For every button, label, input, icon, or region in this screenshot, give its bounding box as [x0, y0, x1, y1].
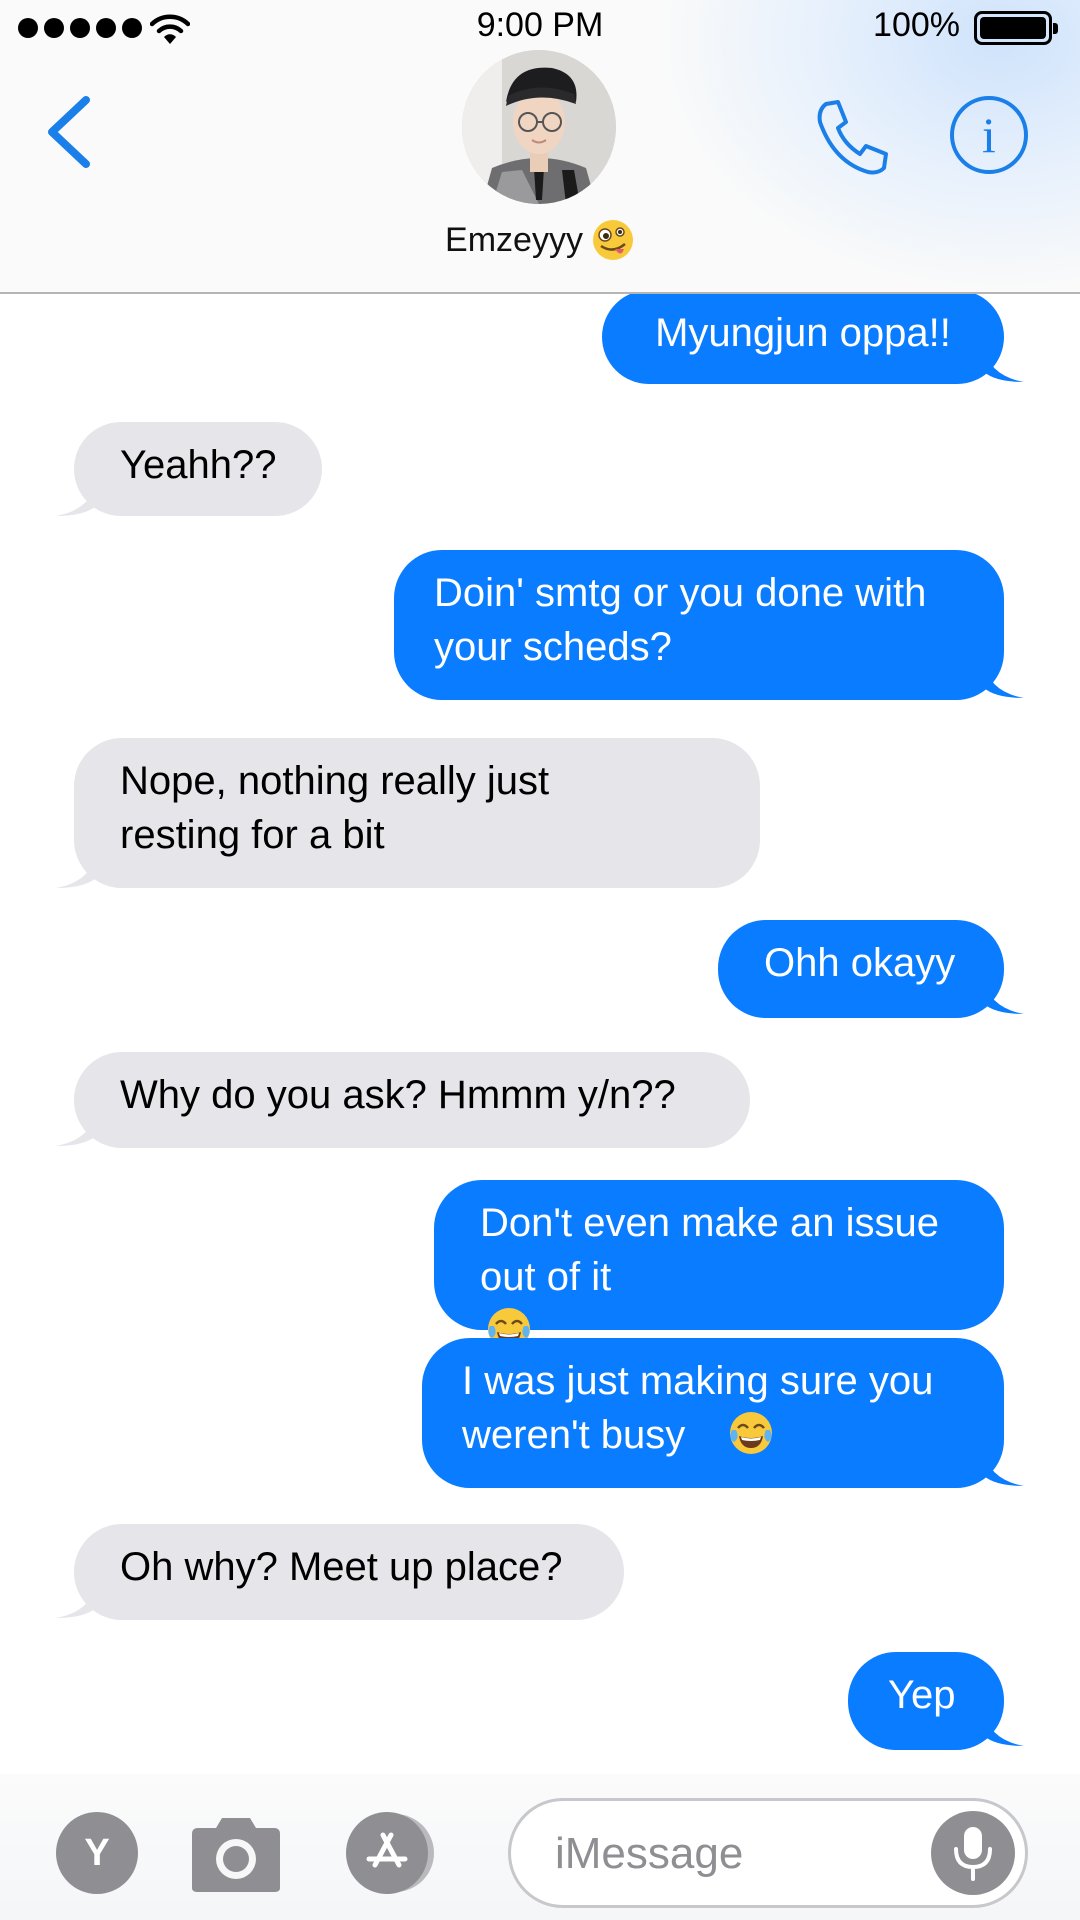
back-button[interactable] — [40, 92, 100, 172]
message-bubble-outgoing[interactable]: Myungjun oppa!! — [602, 294, 1004, 384]
contact-name-row[interactable]: Emzeyyy — [0, 218, 1080, 262]
camera-icon[interactable] — [188, 1814, 284, 1894]
info-icon: i — [982, 107, 996, 163]
message-text: Ohh okayy — [764, 941, 956, 985]
message-text: Don't even make an issue out of it — [480, 1201, 940, 1299]
message-bubble-incoming[interactable]: Why do you ask? Hmmm y/n?? — [74, 1052, 750, 1148]
tears-of-joy-emoji — [730, 1412, 772, 1454]
info-button[interactable]: i — [950, 96, 1028, 174]
message-text: Doin' smtg or you done with your scheds? — [434, 571, 927, 669]
bubble-tail — [56, 854, 96, 888]
bubble-tail — [984, 1712, 1024, 1746]
bubble-tail — [56, 482, 96, 516]
y-app-button[interactable]: Y — [56, 1812, 138, 1894]
message-bubble-incoming[interactable]: Yeahh?? — [74, 422, 322, 516]
battery-icon — [974, 11, 1058, 45]
message-text: Myungjun oppa!! — [655, 311, 951, 355]
compose-bar: Y — [0, 1774, 1080, 1920]
message-bubble-outgoing[interactable]: I was just making sure you weren't busy — [422, 1338, 1004, 1488]
message-bubble-incoming[interactable]: Nope, nothing really just resting for a … — [74, 738, 760, 888]
status-bar: 9:00 PM 100% — [0, 0, 1080, 54]
contact-avatar[interactable] — [462, 50, 616, 204]
bubble-tail — [984, 980, 1024, 1014]
dictation-button[interactable] — [931, 1811, 1015, 1895]
message-text: Yeahh?? — [120, 443, 277, 487]
y-button-label: Y — [84, 1831, 110, 1874]
message-bubble-outgoing[interactable]: Ohh okayy — [718, 920, 1004, 1018]
message-text: Oh why? Meet up place? — [120, 1545, 563, 1589]
imessage-input[interactable] — [555, 1821, 915, 1887]
message-text: I was just making sure you weren't busy — [462, 1359, 934, 1457]
microphone-icon — [954, 1827, 992, 1881]
message-bubble-outgoing[interactable]: Doin' smtg or you done with your scheds? — [394, 550, 1004, 700]
message-thread[interactable]: Myungjun oppa!! Yeahh?? Doin' smtg or yo… — [0, 294, 1080, 1774]
app-store-button[interactable] — [346, 1812, 428, 1894]
message-bubble-outgoing[interactable]: Don't even make an issue out of it — [434, 1180, 1004, 1350]
message-bubble-incoming[interactable]: Oh why? Meet up place? — [74, 1524, 624, 1620]
imessage-field[interactable] — [508, 1798, 1028, 1908]
battery-percentage: 100% — [873, 6, 960, 44]
bubble-tail — [984, 664, 1024, 698]
app-store-icon — [366, 1832, 408, 1868]
conversation-header: 9:00 PM 100% Emzeyyy i — [0, 0, 1080, 294]
bubble-tail — [984, 348, 1024, 382]
message-bubble-outgoing[interactable]: Yep — [848, 1652, 1004, 1750]
zany-face-emoji — [592, 220, 633, 260]
contact-name: Emzeyyy — [445, 220, 583, 259]
bubble-tail — [984, 1452, 1024, 1486]
call-button[interactable] — [812, 96, 898, 178]
message-text: Nope, nothing really just resting for a … — [120, 759, 550, 857]
message-text: Why do you ask? Hmmm y/n?? — [120, 1073, 676, 1117]
message-text: Yep — [888, 1673, 956, 1717]
bubble-tail — [56, 1112, 96, 1146]
bubble-tail — [56, 1584, 96, 1618]
